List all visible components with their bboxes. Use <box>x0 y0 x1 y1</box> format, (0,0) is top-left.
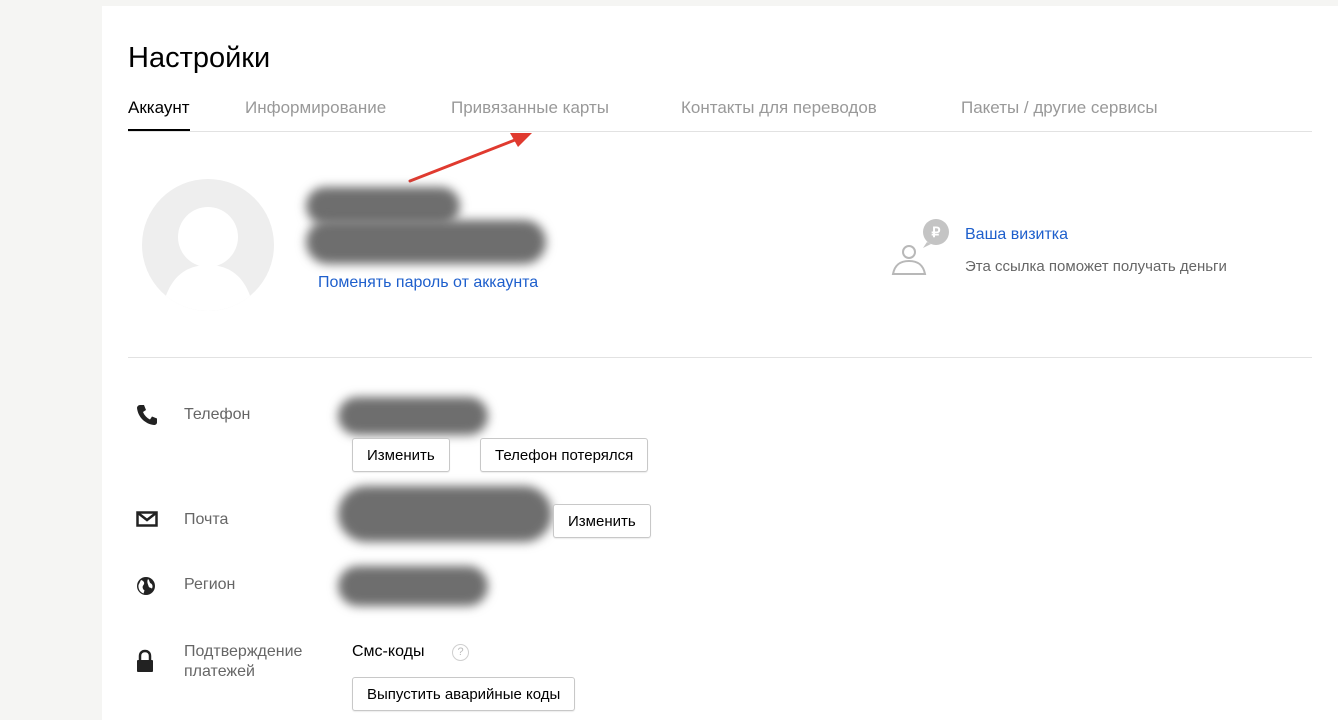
email-value-redacted <box>338 486 552 542</box>
change-email-button[interactable]: Изменить <box>553 504 651 538</box>
settings-tabs: Аккаунт Информирование Привязанные карты… <box>128 98 1312 132</box>
ruble-symbol: ₽ <box>932 224 941 240</box>
change-phone-button[interactable]: Изменить <box>352 438 450 472</box>
tab-transfer-contacts[interactable]: Контакты для переводов <box>681 98 877 118</box>
phone-label: Телефон <box>184 406 251 423</box>
email-label: Почта <box>184 511 229 528</box>
change-password-link[interactable]: Поменять пароль от аккаунта <box>318 274 538 292</box>
user-account-redacted <box>306 220 546 264</box>
payment-confirmation-label: Подтверждение платежей <box>184 642 302 682</box>
annotation-arrow <box>408 133 532 183</box>
region-value-redacted <box>338 566 488 606</box>
business-card-link[interactable]: Ваша визитка <box>965 226 1068 244</box>
user-silhouette-icon <box>162 207 254 311</box>
payment-label-line2: платежей <box>184 663 255 680</box>
business-card-subtitle: Эта ссылка поможет получать деньги <box>965 258 1227 275</box>
phone-icon <box>137 405 157 425</box>
section-divider <box>128 357 1312 358</box>
tab-packages-services[interactable]: Пакеты / другие сервисы <box>961 98 1158 118</box>
tab-notifications[interactable]: Информирование <box>245 98 386 118</box>
tab-account[interactable]: Аккаунт <box>128 98 190 131</box>
lock-icon <box>137 649 153 672</box>
help-icon[interactable]: ? <box>452 644 469 661</box>
settings-panel: Настройки Аккаунт Информирование Привяза… <box>102 6 1338 720</box>
issue-emergency-codes-button[interactable]: Выпустить аварийные коды <box>352 677 576 711</box>
payment-label-line1: Подтверждение <box>184 643 303 660</box>
region-label: Регион <box>184 576 236 593</box>
person-ruble-icon: ₽ <box>891 219 949 275</box>
sms-codes-value: Смс-коды <box>352 643 425 660</box>
phone-lost-button[interactable]: Телефон потерялся <box>480 438 649 472</box>
avatar <box>142 179 274 311</box>
globe-icon <box>137 577 155 595</box>
page-title: Настройки <box>128 42 271 74</box>
phone-value-redacted <box>338 397 488 435</box>
envelope-icon <box>136 511 158 527</box>
tab-linked-cards[interactable]: Привязанные карты <box>451 98 609 118</box>
